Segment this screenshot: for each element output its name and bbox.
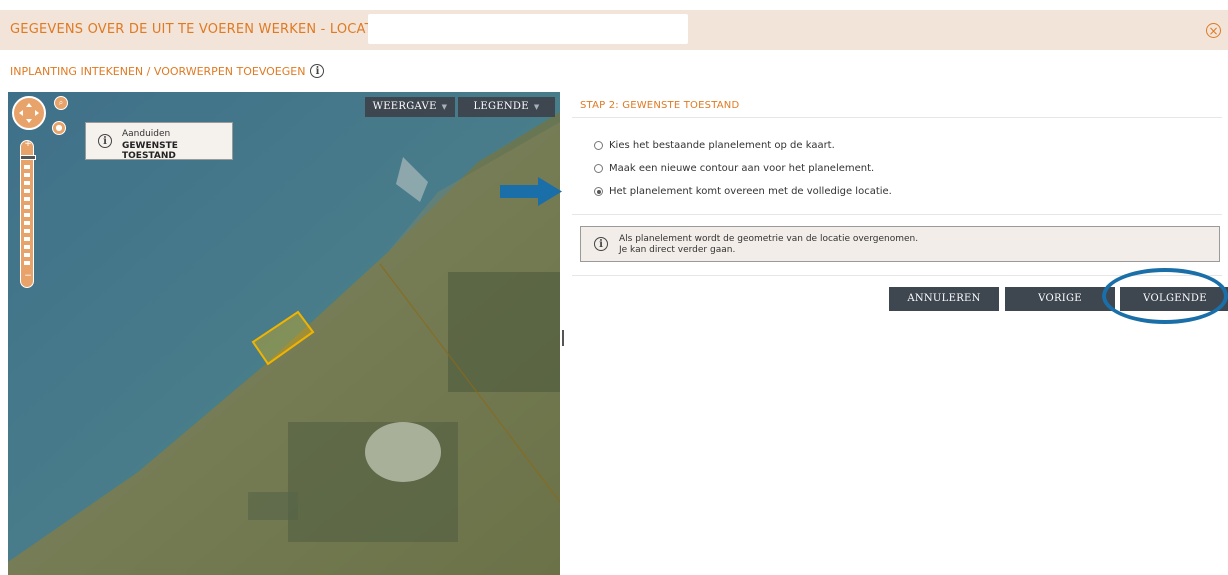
info-line-1: Als planelement wordt de geometrie van d… xyxy=(619,234,919,244)
annotation-arrow-icon xyxy=(500,177,562,206)
page-title: GEGEVENS OVER DE UIT TE VOEREN WERKEN - … xyxy=(10,22,403,37)
info-message: i Als planelement wordt de geometrie van… xyxy=(580,226,1220,262)
aerial-map-image xyxy=(8,92,560,575)
info-line-2: Je kan direct verder gaan. xyxy=(619,245,736,255)
legende-label: LEGENDE xyxy=(473,101,529,112)
cancel-button[interactable]: ANNULEREN xyxy=(889,287,999,311)
close-icon[interactable]: × xyxy=(1206,23,1221,38)
zoom-in-button[interactable]: + xyxy=(23,139,33,149)
info-icon: i xyxy=(594,237,608,251)
zoom-search-icon[interactable]: ⌕ xyxy=(54,96,68,110)
tooltip-line-1: Aanduiden xyxy=(122,129,171,139)
option-full-location[interactable]: Het planelement komt overeen met de voll… xyxy=(594,186,892,197)
pan-control[interactable] xyxy=(12,96,46,130)
divider xyxy=(572,117,1222,118)
radio-button[interactable] xyxy=(594,164,603,173)
step-title: STAP 2: GEWENSTE TOESTAND xyxy=(580,100,740,111)
annotation-highlight-ring xyxy=(1102,268,1228,324)
weergave-button[interactable]: WEERGAVE ▼ xyxy=(365,97,455,117)
subheader-label: INPLANTING INTEKENEN / VOORWERPEN TOEVOE… xyxy=(10,64,306,78)
info-icon[interactable]: i xyxy=(310,64,325,78)
zoom-out-button[interactable]: − xyxy=(23,271,33,281)
panel-resize-handle[interactable] xyxy=(562,330,564,346)
option-select-existing[interactable]: Kies het bestaande planelement op de kaa… xyxy=(594,140,835,151)
legende-button[interactable]: LEGENDE ▼ xyxy=(458,97,555,117)
location-pin-icon[interactable]: ● xyxy=(52,121,66,135)
previous-button[interactable]: VORIGE xyxy=(1005,287,1115,311)
option-label: Kies het bestaande planelement op de kaa… xyxy=(609,140,835,151)
redacted-location-field xyxy=(368,14,688,44)
option-new-contour[interactable]: Maak een nieuwe contour aan voor het pla… xyxy=(594,163,874,174)
info-icon: i xyxy=(98,134,112,148)
map-viewer[interactable]: WEERGAVE ▼ LEGENDE ▼ i Aanduiden GEWENSTE … xyxy=(8,92,560,575)
option-label: Het planelement komt overeen met de voll… xyxy=(609,186,892,197)
radio-button[interactable] xyxy=(594,141,603,150)
zoom-slider[interactable]: + − xyxy=(20,139,36,288)
radio-button-checked[interactable] xyxy=(594,187,603,196)
map-instruction-tooltip: i Aanduiden GEWENSTE TOESTAND xyxy=(85,122,233,161)
tooltip-line-2: GEWENSTE TOESTAND xyxy=(122,141,178,161)
option-label: Maak een nieuwe contour aan voor het pla… xyxy=(609,163,875,174)
chevron-down-icon: ▼ xyxy=(533,103,540,111)
page-header: GEGEVENS OVER DE UIT TE VOEREN WERKEN - … xyxy=(0,10,1228,50)
zoom-slider-thumb[interactable] xyxy=(20,155,36,160)
weergave-label: WEERGAVE xyxy=(372,101,437,112)
pan-arrows-icon xyxy=(19,103,39,123)
section-subheader: INPLANTING INTEKENEN / VOORWERPEN TOEVOE… xyxy=(10,64,325,78)
chevron-down-icon: ▼ xyxy=(441,103,448,111)
divider xyxy=(572,214,1222,215)
